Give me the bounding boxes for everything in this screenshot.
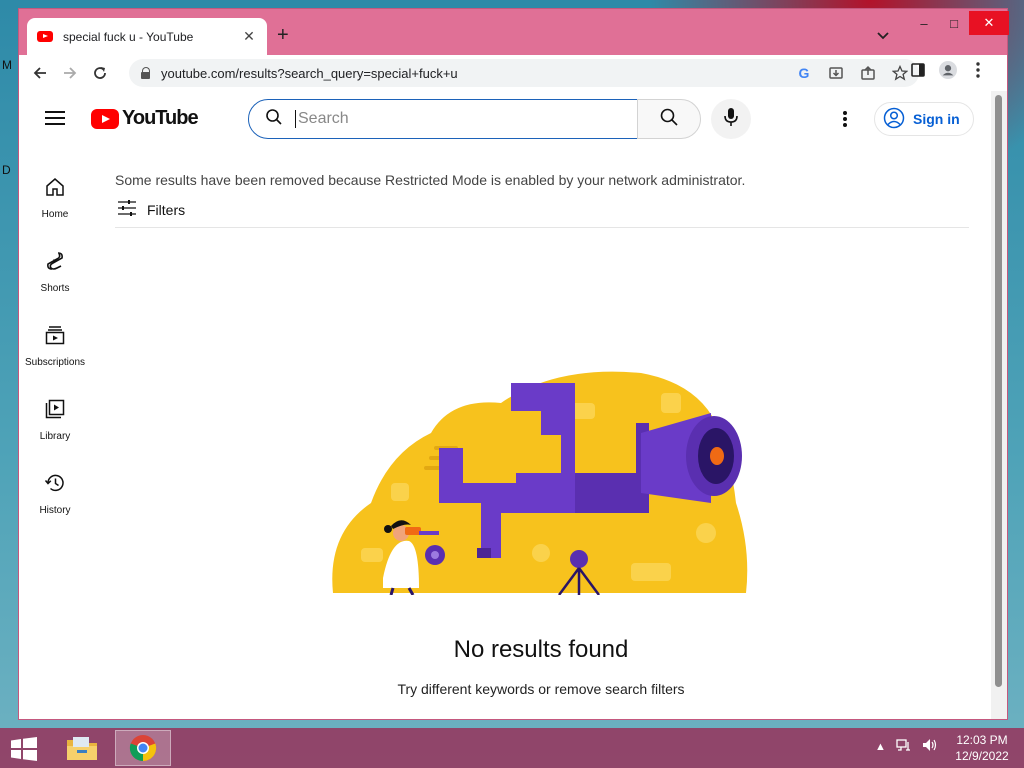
no-results-telescope-illustration <box>332 371 748 595</box>
voice-search-button[interactable] <box>711 99 751 139</box>
profile-avatar-icon[interactable] <box>939 61 957 79</box>
minimize-button[interactable]: – <box>907 11 941 35</box>
clock-date: 12/9/2022 <box>955 749 1009 763</box>
tab-strip: special fuck u - YouTube ✕ + – □ ✕ <box>19 9 1009 55</box>
tab-youtube[interactable]: special fuck u - YouTube ✕ <box>27 18 267 55</box>
sidebar-item-home[interactable]: Home <box>19 176 91 236</box>
url-text[interactable]: youtube.com/results?search_query=special… <box>161 66 458 81</box>
sidebar-item-label: Home <box>41 209 69 220</box>
youtube-logo-text: YouTube <box>122 107 199 129</box>
new-tab-button[interactable]: + <box>277 25 289 45</box>
scrollbar-thumb[interactable] <box>995 95 1002 687</box>
reload-icon[interactable] <box>85 58 115 88</box>
chrome-icon[interactable] <box>115 730 171 766</box>
file-explorer-icon[interactable] <box>54 730 110 766</box>
shorts-icon <box>44 250 66 277</box>
browser-menu-icon[interactable] <box>969 61 987 79</box>
clock-time: 12:03 PM <box>956 733 1008 747</box>
history-icon <box>44 472 66 499</box>
desktop-icon-label[interactable]: M <box>2 58 12 72</box>
windows-start-icon[interactable] <box>10 737 38 761</box>
sidebar-item-label: Shorts <box>40 283 70 294</box>
sidebar-item-history[interactable]: History <box>19 472 91 532</box>
microphone-icon <box>724 107 738 132</box>
sidebar-item-label: Subscriptions <box>24 357 86 368</box>
sidebar-item-shorts[interactable]: Shorts <box>19 250 91 310</box>
taskbar: ▲ 12:03 PM 12/9/2022 <box>0 728 1024 768</box>
tab-title: special fuck u - YouTube <box>63 29 194 44</box>
restricted-mode-notice: Some results have been removed because R… <box>115 172 746 188</box>
lock-icon[interactable] <box>141 67 151 79</box>
install-app-icon[interactable] <box>827 64 845 82</box>
close-window-button[interactable]: ✕ <box>969 11 1009 35</box>
search-button[interactable] <box>637 99 701 139</box>
account-circle-icon <box>883 107 905 132</box>
filters-label: Filters <box>147 201 186 218</box>
sign-in-label: Sign in <box>913 111 960 127</box>
search-icon <box>265 108 283 131</box>
search-box[interactable] <box>248 99 638 139</box>
sign-in-button[interactable]: Sign in <box>874 102 974 136</box>
youtube-favicon-icon <box>37 31 53 42</box>
search-input[interactable] <box>295 110 615 128</box>
sidebar-item-library[interactable]: Library <box>19 398 91 458</box>
share-icon[interactable] <box>859 64 877 82</box>
address-bar[interactable]: youtube.com/results?search_query=special… <box>129 59 919 87</box>
library-icon <box>44 398 66 425</box>
show-hidden-icons-icon[interactable]: ▲ <box>875 741 886 753</box>
settings-kebab-icon[interactable] <box>835 109 855 129</box>
forward-arrow-icon[interactable] <box>55 58 85 88</box>
home-icon <box>44 176 66 203</box>
no-results-subtitle: Try different keywords or remove search … <box>397 681 685 697</box>
sidebar-item-subscriptions[interactable]: Subscriptions <box>19 324 91 384</box>
google-lens-icon[interactable]: G <box>795 64 813 82</box>
filter-sliders-icon <box>117 199 137 220</box>
volume-icon[interactable] <box>922 738 938 755</box>
browser-window: special fuck u - YouTube ✕ + – □ ✕ youtu… <box>18 8 1009 720</box>
taskbar-clock[interactable]: 12:03 PM 12/9/2022 <box>950 732 1014 764</box>
network-icon[interactable] <box>896 738 912 755</box>
bookmark-star-icon[interactable] <box>891 64 909 82</box>
youtube-header: YouTube Search Sign in <box>19 91 991 147</box>
desktop-icon-label[interactable]: D <box>2 163 11 177</box>
system-tray: ▲ <box>875 738 938 755</box>
guide-menu-icon[interactable] <box>45 111 65 125</box>
no-results-title: No results found <box>453 636 629 663</box>
youtube-page: YouTube Search Sign in Home Shorts Subsc… <box>19 91 991 719</box>
search-icon <box>659 107 679 132</box>
sidebar-item-label: Library <box>39 431 71 442</box>
filters-divider <box>115 227 969 228</box>
sidebar-item-label: History <box>39 505 71 516</box>
back-arrow-icon[interactable] <box>25 58 55 88</box>
youtube-logo[interactable]: YouTube <box>91 107 199 130</box>
youtube-play-logo-icon <box>91 108 119 129</box>
tab-search-chevron-icon[interactable] <box>877 29 889 43</box>
side-panel-icon[interactable] <box>909 61 927 79</box>
filters-button[interactable]: Filters <box>117 199 185 220</box>
browser-toolbar: youtube.com/results?search_query=special… <box>19 55 1007 91</box>
subscriptions-icon <box>44 324 66 351</box>
page-scrollbar[interactable] <box>991 91 1007 719</box>
maximize-button[interactable]: □ <box>937 11 971 35</box>
tab-close-icon[interactable]: ✕ <box>241 28 257 45</box>
